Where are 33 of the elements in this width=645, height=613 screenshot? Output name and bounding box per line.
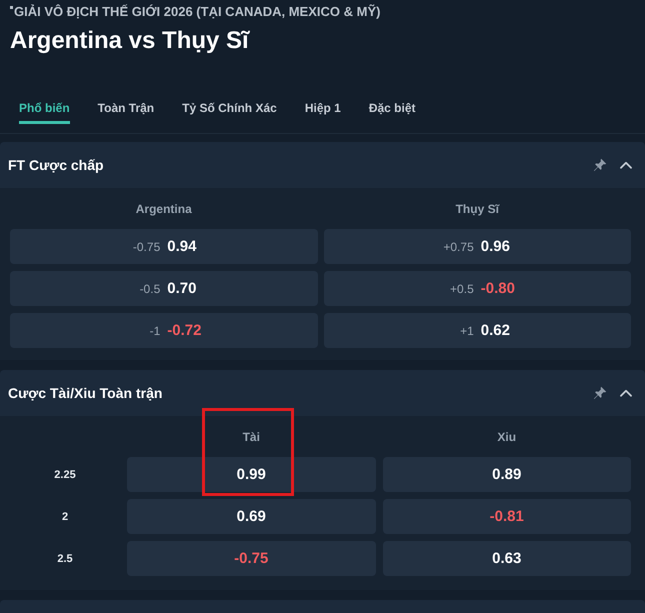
- column-header: Xiu: [497, 429, 516, 445]
- odds-button[interactable]: -1 -0.72: [10, 313, 318, 348]
- line-label: 2.25: [53, 468, 77, 480]
- tab[interactable]: Phổ biến: [19, 94, 70, 124]
- panel-title: FT Cược chấp: [8, 157, 105, 173]
- panel-title: Cược Tài/Xiu Toàn trận: [8, 385, 164, 401]
- line-label: 2: [60, 510, 70, 522]
- bullet-icon: [10, 6, 13, 9]
- odds-button[interactable]: -0.75: [127, 541, 376, 576]
- column-header: Thụy Sĩ: [456, 201, 499, 217]
- odds-button[interactable]: +1 0.62: [324, 313, 631, 348]
- column-header: Argentina: [136, 201, 192, 217]
- tab[interactable]: Đặc biệt: [368, 94, 416, 124]
- tab[interactable]: Hiệp 1: [304, 94, 341, 124]
- odds-button[interactable]: 0.63: [382, 541, 631, 576]
- odds-button[interactable]: -0.81: [382, 499, 631, 534]
- odds-button[interactable]: 0.89: [382, 457, 631, 492]
- odds-button[interactable]: -0.5 0.70: [10, 271, 318, 306]
- odds-button[interactable]: +0.75 0.96: [324, 229, 631, 264]
- odds-button[interactable]: -0.75 0.94: [10, 229, 318, 264]
- pin-icon[interactable]: [593, 386, 607, 400]
- tab[interactable]: Toàn Trận: [98, 94, 154, 124]
- chevron-up-icon[interactable]: [620, 389, 632, 397]
- column-header: Tài: [242, 429, 260, 445]
- league-title: GIẢI VÔ ĐỊCH THẾ GIỚI 2026 (TẠI CANADA, MEXICO & MỸ): [14, 4, 380, 20]
- odds-button[interactable]: 0.99: [127, 457, 376, 492]
- odds-button[interactable]: 0.69: [127, 499, 376, 534]
- pin-icon[interactable]: [593, 158, 607, 172]
- line-label: 2.5: [56, 552, 74, 564]
- tab[interactable]: Tỷ Số Chính Xác: [182, 94, 277, 124]
- odds-button[interactable]: +0.5 -0.80: [324, 271, 631, 306]
- match-title: Argentina vs Thụy Sĩ: [10, 26, 249, 56]
- chevron-up-icon[interactable]: [620, 161, 632, 169]
